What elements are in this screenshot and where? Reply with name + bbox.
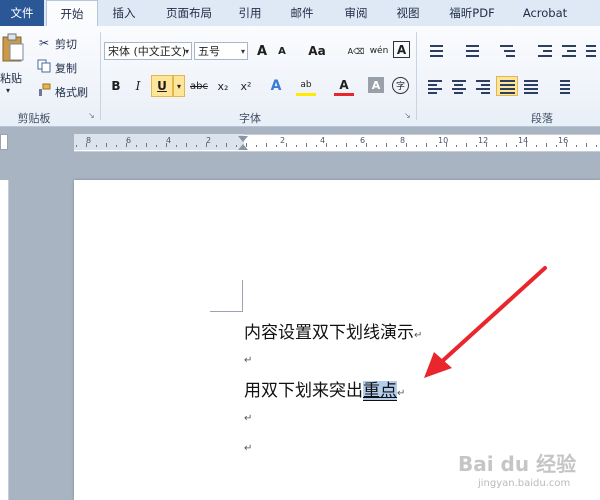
red-arrow-annotation [424,266,547,378]
baidu-watermark-url: jingyan.baidu.com [478,478,571,489]
baidu-watermark: Bai du 经验 [458,452,577,476]
